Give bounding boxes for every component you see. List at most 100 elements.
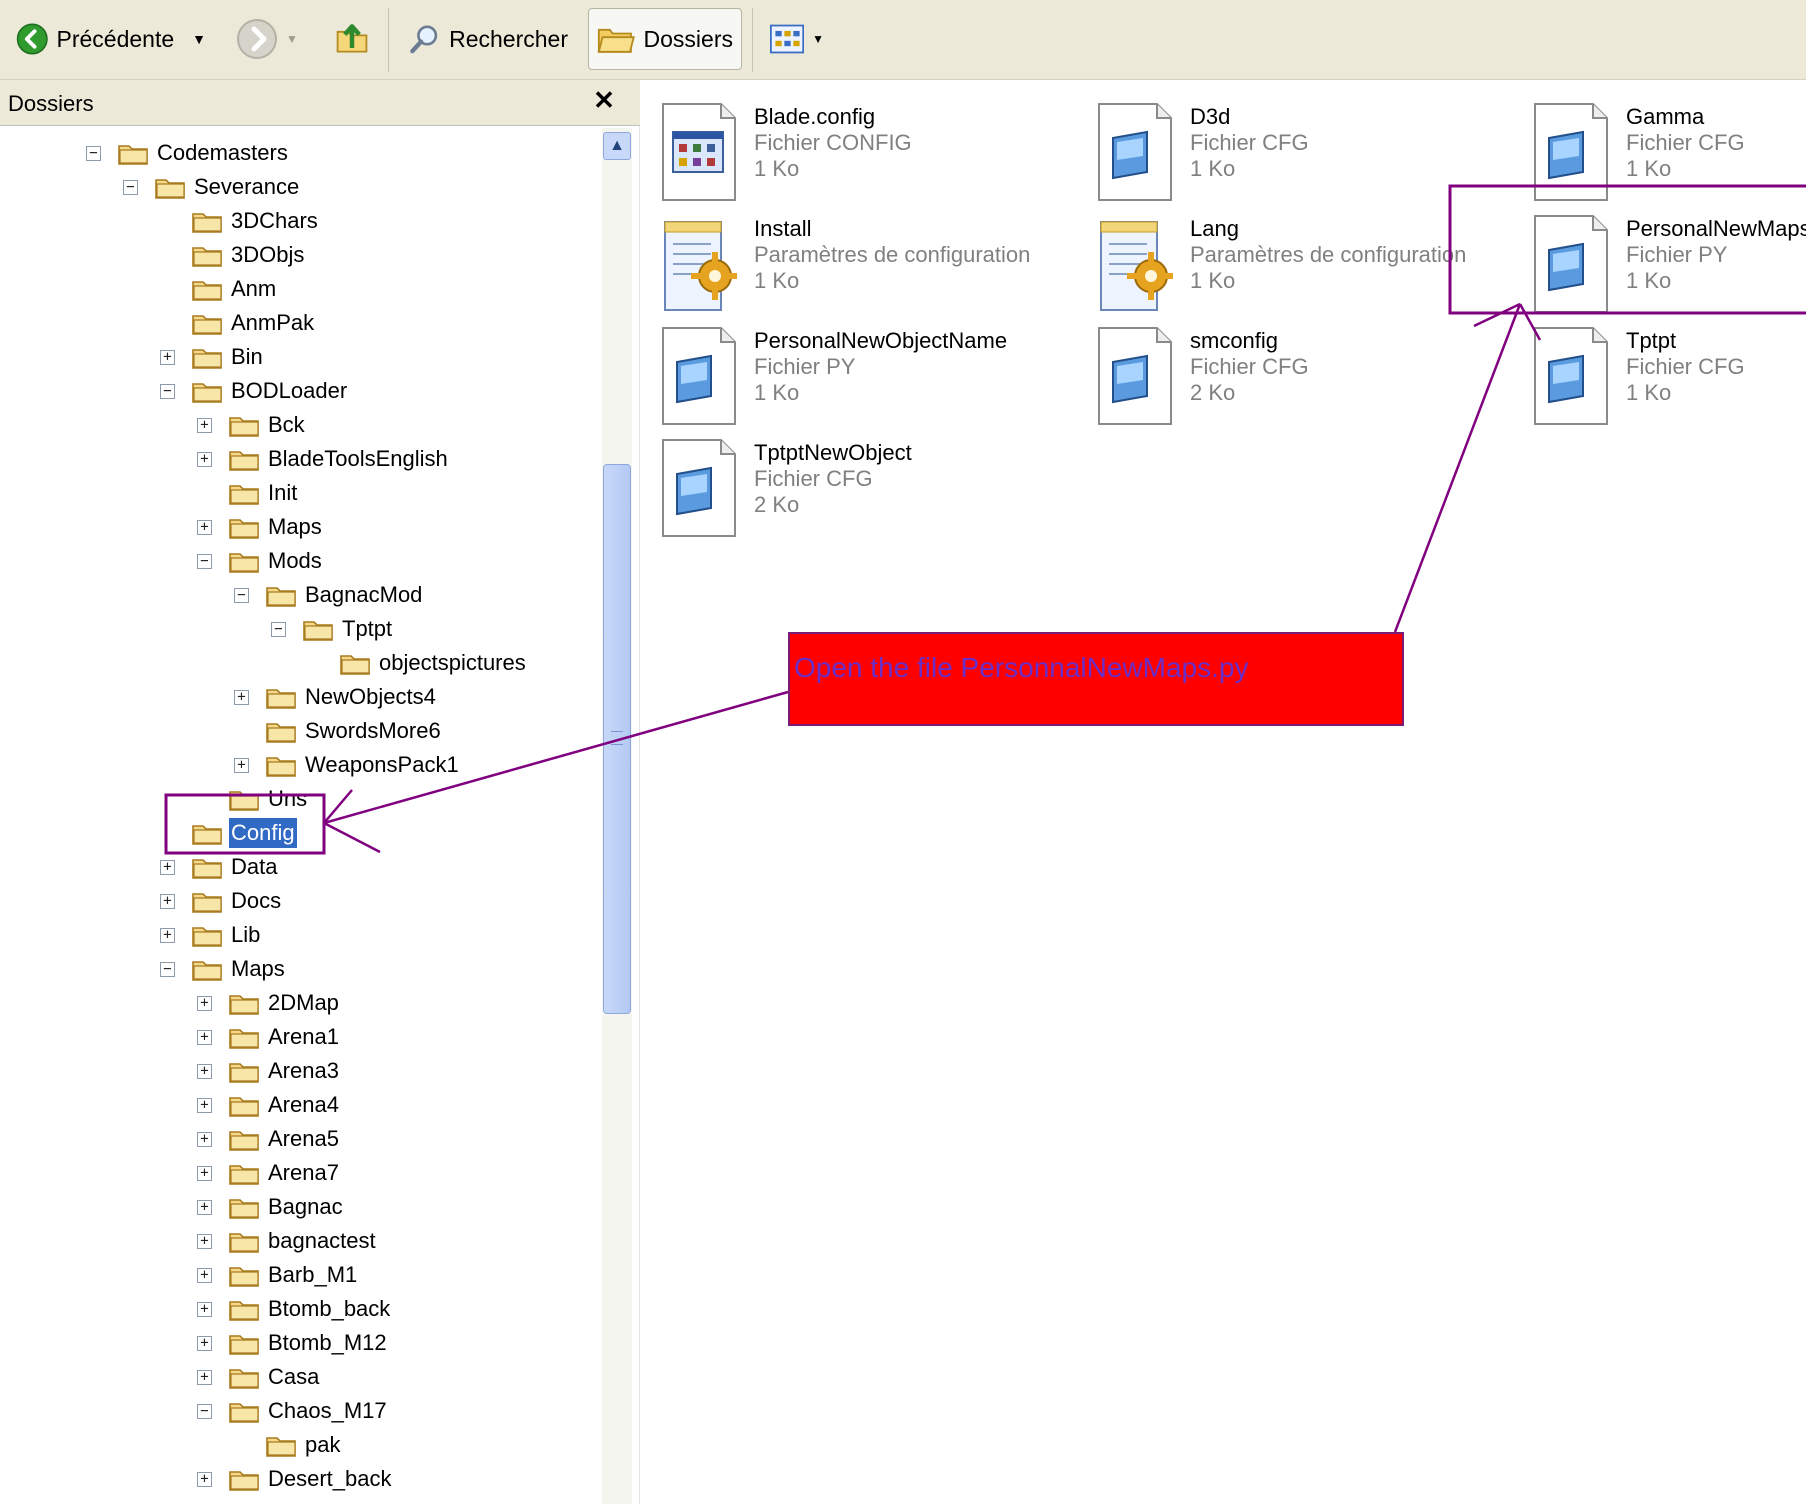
up-folder-button[interactable] bbox=[326, 8, 378, 70]
folder-tree-item[interactable]: Config bbox=[160, 816, 297, 850]
folder-icon bbox=[229, 481, 259, 505]
expand-icon[interactable]: + bbox=[160, 349, 175, 365]
folder-tree-item[interactable]: + Bin bbox=[160, 340, 265, 374]
file-item[interactable]: TptptNewObject Fichier CFG 2 Ko bbox=[659, 434, 1089, 537]
expand-icon[interactable]: + bbox=[197, 451, 212, 467]
file-item[interactable]: PersonalNewObjectName Fichier PY 1 Ko bbox=[659, 322, 1089, 425]
folder-tree-item[interactable]: + Arena4 bbox=[197, 1088, 341, 1122]
folder-icon bbox=[229, 413, 259, 437]
expand-icon[interactable]: + bbox=[197, 1063, 212, 1079]
views-button[interactable]: ▼ bbox=[762, 8, 832, 70]
folder-tree-item[interactable]: + Arena5 bbox=[197, 1122, 341, 1156]
folder-tree-item[interactable]: − Maps bbox=[160, 952, 287, 986]
folder-tree-item[interactable]: + Bagnac bbox=[197, 1190, 345, 1224]
collapse-icon[interactable]: − bbox=[160, 383, 175, 399]
folder-icon bbox=[229, 1161, 259, 1185]
folder-tree-item[interactable]: + Arena3 bbox=[197, 1054, 341, 1088]
folder-tree-item[interactable]: objectspictures bbox=[308, 646, 528, 680]
folder-tree-item[interactable]: − Tptpt bbox=[271, 612, 394, 646]
folder-tree-item[interactable]: + Btomb_M12 bbox=[197, 1326, 389, 1360]
expand-icon[interactable]: + bbox=[197, 995, 212, 1011]
folder-tree-item[interactable]: − Mods bbox=[197, 544, 324, 578]
scroll-up-icon[interactable]: ▲ bbox=[603, 132, 631, 160]
search-button[interactable]: Rechercher bbox=[400, 8, 576, 70]
expand-icon[interactable]: + bbox=[160, 893, 175, 909]
collapse-icon[interactable]: − bbox=[271, 621, 286, 637]
folder-tree-item[interactable]: 3DObjs bbox=[160, 238, 306, 272]
expand-icon[interactable]: + bbox=[197, 1301, 212, 1317]
file-item[interactable]: Install Paramètres de configuration 1 Ko bbox=[659, 210, 1089, 311]
collapse-icon[interactable]: − bbox=[123, 179, 138, 195]
expand-icon[interactable]: + bbox=[197, 1267, 212, 1283]
folder-tree-item[interactable]: SwordsMore6 bbox=[234, 714, 443, 748]
folder-tree-item[interactable]: + Lib bbox=[160, 918, 262, 952]
tree-scrollbar[interactable]: ▲ bbox=[602, 128, 632, 1504]
file-item[interactable]: Gamma Fichier CFG 1 Ko bbox=[1531, 98, 1806, 201]
folder-tree-item[interactable]: − Codemasters bbox=[86, 136, 290, 170]
collapse-icon[interactable]: − bbox=[197, 1403, 212, 1419]
folder-tree-item[interactable]: − BagnacMod bbox=[234, 578, 424, 612]
expand-icon[interactable]: + bbox=[197, 1471, 212, 1487]
expand-icon[interactable]: + bbox=[197, 1097, 212, 1113]
folder-tree-item[interactable]: + Docs bbox=[160, 884, 283, 918]
back-dropdown-arrow-icon[interactable]: ▼ bbox=[192, 31, 206, 47]
folder-tree-item[interactable]: +2DMap bbox=[197, 986, 341, 1020]
collapse-icon[interactable]: − bbox=[86, 145, 101, 161]
folder-tree-item[interactable]: + Bck bbox=[197, 408, 307, 442]
expand-icon[interactable]: + bbox=[197, 1029, 212, 1045]
file-type: Fichier CONFIG bbox=[754, 130, 912, 155]
collapse-icon[interactable]: − bbox=[160, 961, 175, 977]
folder-tree-item[interactable]: Anm bbox=[160, 272, 278, 306]
folder-tree-item[interactable]: + BladeToolsEnglish bbox=[197, 442, 450, 476]
folder-tree-item[interactable]: Uns bbox=[197, 782, 309, 816]
folder-tree-label: 3DObjs bbox=[231, 242, 305, 267]
expand-icon[interactable]: + bbox=[197, 1131, 212, 1147]
forward-dropdown-arrow-icon[interactable]: ▼ bbox=[286, 32, 298, 46]
scroll-thumb[interactable] bbox=[603, 464, 631, 1014]
folder-tree-item[interactable]: + Barb_M1 bbox=[197, 1258, 359, 1292]
back-button[interactable]: Précédente ▼ bbox=[8, 8, 214, 70]
folder-tree-item[interactable]: + Maps bbox=[197, 510, 324, 544]
file-item[interactable]: smconfig Fichier CFG 2 Ko bbox=[1095, 322, 1525, 425]
expand-icon[interactable]: + bbox=[234, 757, 249, 773]
file-item[interactable]: PersonalNewMaps Fichier PY 1 Ko bbox=[1531, 210, 1806, 313]
file-item[interactable]: Lang Paramètres de configuration 1 Ko bbox=[1095, 210, 1525, 311]
expand-icon[interactable]: + bbox=[197, 1165, 212, 1181]
folder-tree-item[interactable]: AnmPak bbox=[160, 306, 316, 340]
expand-icon[interactable]: + bbox=[160, 859, 175, 875]
folder-tree-item[interactable]: + Data bbox=[160, 850, 279, 884]
expand-icon[interactable]: + bbox=[197, 1335, 212, 1351]
close-pane-icon[interactable]: ✕ bbox=[590, 84, 618, 116]
folder-tree-item[interactable]: − Severance bbox=[123, 170, 301, 204]
file-item[interactable]: D3d Fichier CFG 1 Ko bbox=[1095, 98, 1525, 201]
folder-tree-item[interactable]: − Chaos_M17 bbox=[197, 1394, 389, 1428]
expand-icon[interactable]: + bbox=[234, 689, 249, 705]
collapse-icon[interactable]: − bbox=[234, 587, 249, 603]
folder-tree-item[interactable]: + Desert_back bbox=[197, 1462, 394, 1496]
forward-button[interactable]: ▼ bbox=[228, 8, 310, 70]
folder-tree-item[interactable]: + bagnactest bbox=[197, 1224, 378, 1258]
folder-tree-item[interactable]: + Casa bbox=[197, 1360, 321, 1394]
expand-icon[interactable]: + bbox=[197, 1199, 212, 1215]
views-dropdown-arrow-icon[interactable]: ▼ bbox=[812, 32, 824, 46]
folder-tree-item[interactable]: pak bbox=[234, 1428, 342, 1462]
expand-icon[interactable]: + bbox=[197, 417, 212, 433]
folder-tree-item[interactable]: + Arena1 bbox=[197, 1020, 341, 1054]
folder-tree-item[interactable]: + NewObjects4 bbox=[234, 680, 438, 714]
expand-icon[interactable]: + bbox=[160, 927, 175, 943]
folder-tree-item[interactable]: − BODLoader bbox=[160, 374, 349, 408]
folders-button[interactable]: Dossiers bbox=[588, 8, 742, 70]
expand-icon[interactable]: + bbox=[197, 1369, 212, 1385]
expand-icon[interactable]: + bbox=[197, 519, 212, 535]
file-type: Fichier PY bbox=[1626, 242, 1728, 267]
folder-tree-item[interactable]: 3DChars bbox=[160, 204, 320, 238]
file-item[interactable]: Blade.config Fichier CONFIG 1 Ko bbox=[659, 98, 1089, 201]
folder-tree-item[interactable]: + Btomb_back bbox=[197, 1292, 392, 1326]
file-item[interactable]: Tptpt Fichier CFG 1 Ko bbox=[1531, 322, 1806, 425]
folder-tree-item[interactable]: Init bbox=[197, 476, 299, 510]
folder-tree-item[interactable]: + WeaponsPack1 bbox=[234, 748, 461, 782]
folder-tree-item[interactable]: + Arena7 bbox=[197, 1156, 341, 1190]
collapse-icon[interactable]: − bbox=[197, 553, 212, 569]
expand-icon[interactable]: + bbox=[197, 1233, 212, 1249]
folder-icon bbox=[266, 719, 296, 743]
